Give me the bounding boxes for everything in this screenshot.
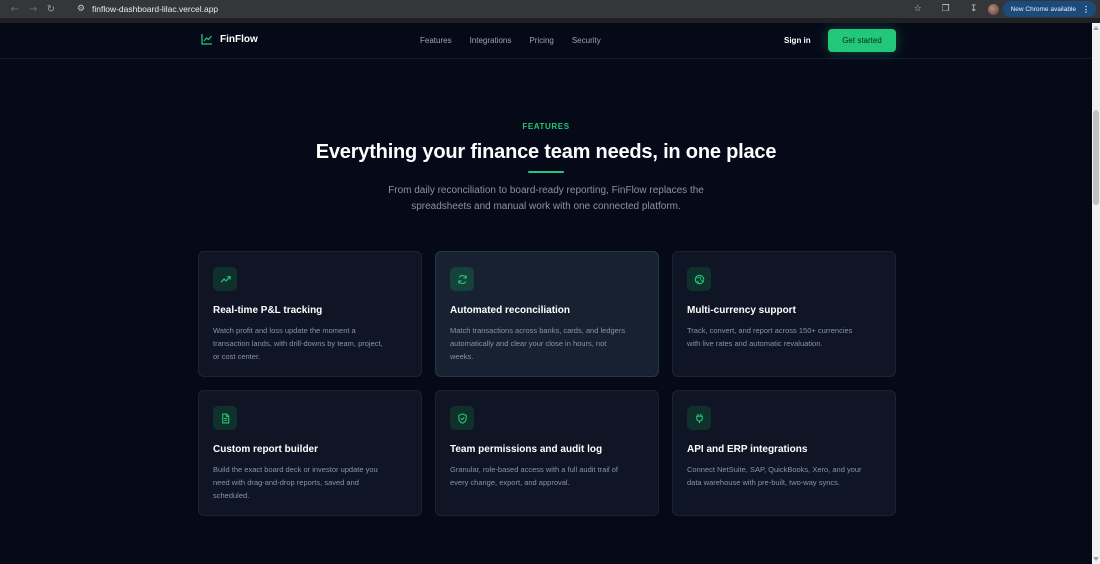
feature-icon-box (687, 406, 711, 430)
feature-card-integrations[interactable]: API and ERP integrations Connect NetSuit… (672, 390, 896, 516)
nav-link-pricing[interactable]: Pricing (529, 36, 553, 45)
brand-name: FinFlow (220, 33, 258, 45)
chart-line-icon (201, 34, 212, 45)
nav-link-integrations[interactable]: Integrations (470, 36, 512, 45)
plug-icon (695, 413, 703, 423)
feature-title: API and ERP integrations (687, 444, 808, 455)
nav-link-features[interactable]: Features (420, 36, 452, 45)
feature-description: Watch profit and loss update the moment … (213, 324, 453, 363)
feature-title: Custom report builder (213, 444, 319, 455)
nav-link-security[interactable]: Security (572, 36, 601, 45)
subtitle-line: From daily reconciliation to board-ready… (388, 185, 704, 196)
scroll-down-arrow-icon[interactable] (1093, 557, 1099, 561)
feature-description-line: transaction lands, with drill-downs by t… (213, 339, 383, 348)
chrome-update-button[interactable]: New Chrome available ⋮ (1002, 1, 1096, 17)
feature-description: Track, convert, and report across 150+ c… (687, 324, 927, 350)
feature-icon-box (213, 267, 237, 291)
nav-links: Features Integrations Pricing Security (420, 36, 601, 45)
page-scrollbar[interactable] (1092, 23, 1100, 564)
scrollbar-thumb[interactable] (1093, 110, 1099, 205)
address-url[interactable]: finflow-dashboard-lilac.vercel.app (92, 4, 218, 14)
feature-title: Team permissions and audit log (450, 444, 603, 455)
update-label: New Chrome available (1010, 5, 1076, 13)
feature-card-report-builder[interactable]: Custom report builder Build the exact bo… (198, 390, 422, 516)
feature-description-line: weeks. (450, 352, 474, 361)
section-eyebrow: FEATURES (522, 122, 570, 131)
section-subtitle: From daily reconciliation to board-ready… (346, 183, 746, 214)
feature-description: Granular, role-based access with a full … (450, 463, 690, 489)
feature-icon-box (450, 406, 474, 430)
brand-logo[interactable]: FinFlow (201, 33, 258, 45)
feature-description-line: Build the exact board deck or investor u… (213, 465, 378, 474)
feature-icon-box (687, 267, 711, 291)
bookmark-star-icon[interactable]: ☆ (908, 0, 928, 18)
browser-toolbar: ← → ↻ ⚙ finflow-dashboard-lilac.vercel.a… (0, 0, 1100, 18)
refresh-icon (457, 274, 467, 284)
feature-description-line: with live rates and automatic revaluatio… (687, 339, 823, 348)
feature-description-line: Watch profit and loss update the moment … (213, 326, 356, 335)
reload-icon[interactable]: ↻ (42, 0, 60, 18)
document-icon (221, 413, 229, 423)
feature-description-line: or cost center. (213, 352, 261, 361)
shield-check-icon (457, 412, 467, 424)
feature-description-line: automatically and clear your close in ho… (450, 339, 607, 348)
feature-title: Real-time P&L tracking (213, 305, 323, 316)
get-started-button[interactable]: Get started (828, 29, 896, 52)
trending-up-icon (219, 275, 231, 283)
forward-arrow-icon[interactable]: → (24, 0, 42, 18)
feature-description: Build the exact board deck or investor u… (213, 463, 453, 502)
landing-page: FinFlow Features Integrations Pricing Se… (0, 23, 1092, 564)
feature-icon-box (213, 406, 237, 430)
feature-description: Connect NetSuite, SAP, QuickBooks, Xero,… (687, 463, 927, 489)
feature-card-reconciliation[interactable]: Automated reconciliation Match transacti… (435, 251, 659, 377)
top-navbar: FinFlow Features Integrations Pricing Se… (0, 23, 1092, 59)
more-menu-icon: ⋮ (1082, 4, 1090, 14)
feature-description-line: every change, export, and approval. (450, 478, 570, 487)
feature-card-pl-tracking[interactable]: Real-time P&L tracking Watch profit and … (198, 251, 422, 377)
extensions-icon[interactable]: ❐ (936, 0, 956, 18)
feature-description-line: Track, convert, and report across 150+ c… (687, 326, 853, 335)
download-icon[interactable]: ↧ (964, 0, 984, 18)
headline-underline (528, 171, 564, 173)
feature-card-multi-currency[interactable]: Multi-currency support Track, convert, a… (672, 251, 896, 377)
feature-description-line: scheduled. (213, 491, 250, 500)
back-arrow-icon[interactable]: ← (6, 0, 24, 18)
address-bar[interactable]: ⚙ finflow-dashboard-lilac.vercel.app (68, 1, 898, 17)
feature-description-line: data warehouse with pre-built, two-way s… (687, 478, 840, 487)
globe-icon (694, 274, 704, 284)
site-info-icon[interactable]: ⚙ (76, 4, 86, 14)
feature-icon-box (450, 267, 474, 291)
subtitle-line: spreadsheets and manual work with one co… (411, 200, 681, 212)
signin-link[interactable]: Sign in (784, 36, 811, 45)
feature-description-line: need with drag-and-drop reports, saved a… (213, 478, 359, 487)
feature-title: Multi-currency support (687, 305, 796, 316)
feature-description: Match transactions across banks, cards, … (450, 324, 690, 363)
feature-description-line: Match transactions across banks, cards, … (450, 326, 626, 335)
feature-description-line: Connect NetSuite, SAP, QuickBooks, Xero,… (687, 465, 862, 474)
feature-title: Automated reconciliation (450, 305, 571, 316)
scroll-up-arrow-icon[interactable] (1093, 26, 1099, 30)
feature-card-permissions[interactable]: Team permissions and audit log Granular,… (435, 390, 659, 516)
profile-avatar[interactable] (987, 3, 999, 15)
section-headline: Everything your finance team needs, in o… (315, 141, 777, 163)
feature-description-line: Granular, role-based access with a full … (450, 465, 618, 474)
